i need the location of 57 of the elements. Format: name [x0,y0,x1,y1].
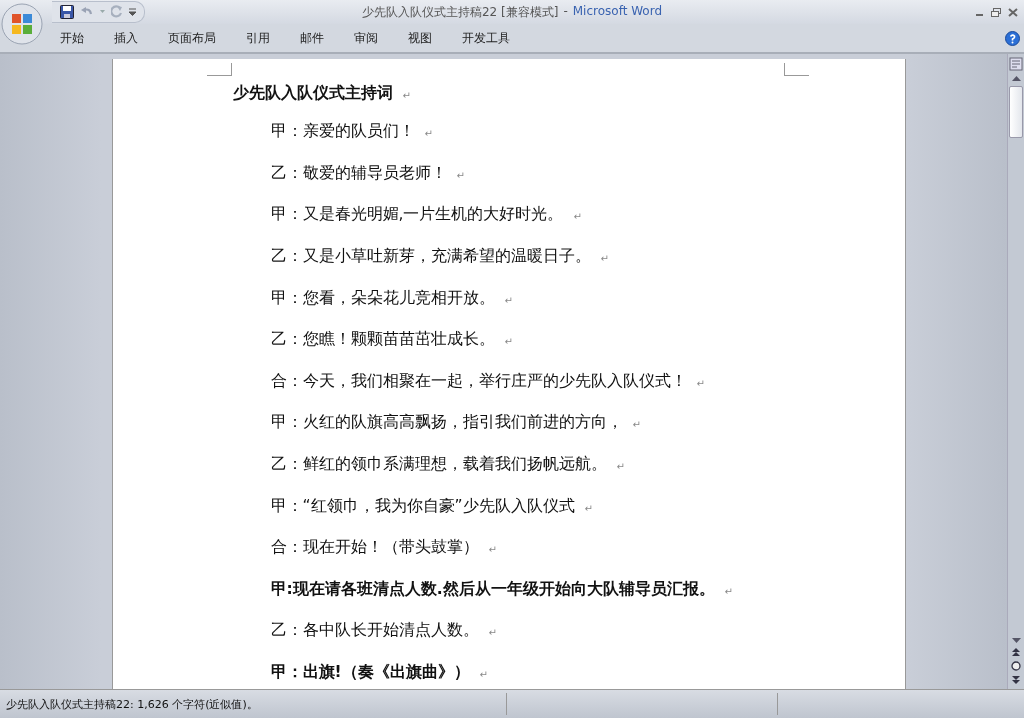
restore-icon[interactable] [991,7,1001,17]
ribbon-tab[interactable]: 引用 [236,29,280,47]
paragraph-mark: ↵ [488,544,497,556]
ribbon-tab[interactable]: 开发工具 [452,29,520,47]
paragraph-text: 乙：又是小草吐新芽，充满希望的温暖日子。 [270,246,591,268]
margin-corner-mark [783,63,809,76]
browse-object-icon[interactable] [1011,661,1021,671]
paragraph-text: 乙：各中队长开始清点人数。 [270,620,479,642]
status-text: 少先队入队仪式主持稿22: 1,626 个字符(近似值)。 [5,696,259,712]
ribbon-tab[interactable]: 页面布局 [158,29,226,47]
paragraph-text: 合：今天，我们相聚在一起，举行庄严的少先队入队仪式！ [270,370,687,392]
next-page-icon[interactable] [1012,676,1020,684]
paragraph-text: 甲：亲爱的队员们！ [270,121,415,143]
paragraph-mark: ↵ [616,461,625,473]
paragraph-mark: ↵ [479,669,488,680]
paragraph-mark: ↵ [456,169,465,181]
customize-toolbar-icon[interactable] [129,8,136,16]
ribbon-tab[interactable]: 邮件 [290,29,334,47]
title-separator: - [563,4,568,20]
close-icon[interactable] [1008,7,1018,17]
vertical-scrollbar[interactable] [1007,54,1024,689]
paragraph-mark: ↵ [573,211,582,223]
paragraph-mark: ↵ [424,128,433,140]
paragraph-mark: ↵ [724,585,733,597]
save-icon[interactable] [60,5,74,19]
scroll-up-icon[interactable] [1011,76,1021,81]
ribbon-tab[interactable]: 审阅 [344,29,388,47]
paragraph-text: 甲：您看，朵朵花儿竞相开放。 [270,287,495,309]
paragraph-text: 甲：出旗!（奏《出旗曲》） [270,662,470,683]
paragraph-text: 乙：鲜红的领巾系满理想，载着我们扬帆远航。 [270,454,607,476]
paragraph-text: 少先队入队仪式主持词 [232,82,393,104]
paragraph-mark: ↵ [584,502,593,514]
office-button[interactable] [0,2,44,46]
paragraph-mark: ↵ [600,253,609,265]
paragraph-text: 甲：火红的队旗高高飘扬，指引我们前进的方向， [270,412,623,434]
paragraph-mark: ↵ [696,377,705,389]
help-icon[interactable] [1005,30,1020,46]
paragraph-text: 乙：您瞧！颗颗苗苗茁壮成长。 [270,329,495,351]
margin-corner-mark [206,63,232,76]
paragraph-mark: ↵ [504,336,513,348]
paragraph-mark: ↵ [504,294,513,306]
previous-page-icon[interactable] [1012,648,1020,656]
paragraph-text: 甲：又是春光明媚,一片生机的大好时光。 [270,204,564,226]
ribbon-tab[interactable]: 插入 [104,29,148,47]
ribbon-tab[interactable]: 开始 [50,29,94,47]
document-title: 少先队入队仪式主持稿22 [兼容模式] [361,4,559,21]
app-name: Microsoft Word [572,4,663,20]
ribbon-tab[interactable]: 视图 [398,29,442,47]
paragraph-text: 乙：敬爱的辅导员老师！ [270,162,447,184]
paragraph-text: 合：现在开始！（带头鼓掌） [270,537,479,559]
scroll-down-icon[interactable] [1011,638,1021,643]
paragraph-mark: ↵ [632,419,641,431]
scroll-thumb[interactable] [1009,86,1023,138]
paragraph-text: 甲：“红领巾，我为你自豪”少先队入队仪式 [270,495,575,517]
paragraph-text: 甲:现在请各班清点人数.然后从一年级开始向大队辅导员汇报。 [270,578,715,600]
paragraph-mark: ↵ [402,89,411,101]
paragraph-mark: ↵ [488,627,497,639]
